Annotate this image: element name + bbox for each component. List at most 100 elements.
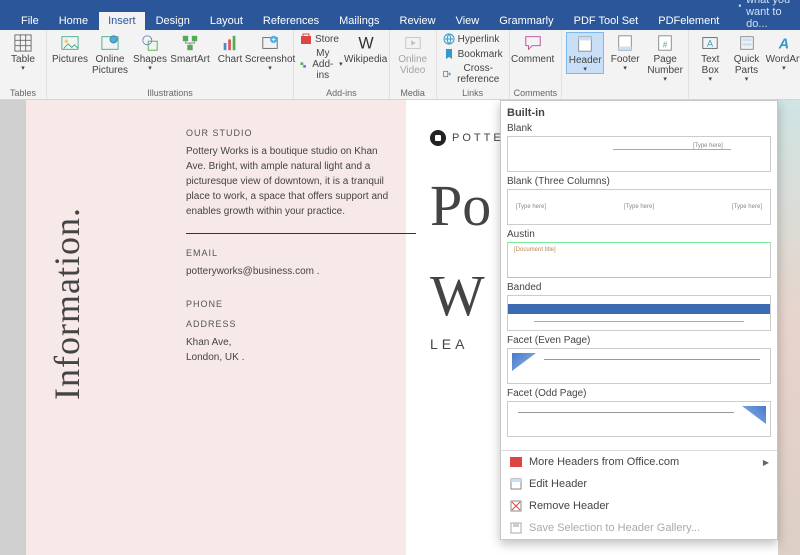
edit-icon <box>509 477 523 491</box>
comment-icon <box>524 34 542 52</box>
pictures-button[interactable]: Pictures <box>51 32 89 65</box>
gallery-scroll[interactable]: Built-in Blank Blank (Three Columns) [Ty… <box>501 101 777 450</box>
group-tables-label: Tables <box>4 88 42 99</box>
smartart-icon <box>181 34 199 52</box>
bookmark-icon <box>443 48 455 60</box>
footer-button[interactable]: Footer▾ <box>606 32 644 72</box>
col1: [Type here] <box>516 204 546 210</box>
svg-text:W: W <box>358 34 374 52</box>
tell-me[interactable]: Tell me what you want to do... <box>730 0 800 30</box>
gallery-footer: More Headers from Office.com▶ Edit Heade… <box>501 450 777 539</box>
remove-icon <box>509 499 523 513</box>
email-label: EMAIL <box>186 248 386 258</box>
page-number-icon: # <box>656 34 674 52</box>
pictures-label: Pictures <box>52 54 88 65</box>
studio-body[interactable]: Pottery Works is a boutique studio on Kh… <box>186 144 396 219</box>
gallery-section: Built-in <box>507 107 771 119</box>
shapes-button[interactable]: Shapes▾ <box>131 32 169 72</box>
tab-layout[interactable]: Layout <box>201 12 252 30</box>
document-stage: Information OUR STUDIO Pottery Works is … <box>0 100 800 555</box>
chart-button[interactable]: Chart <box>211 32 249 65</box>
svg-text:#: # <box>663 41 668 50</box>
footer-icon <box>616 34 634 52</box>
bookmark-label: Bookmark <box>458 49 503 60</box>
more-headers[interactable]: More Headers from Office.com▶ <box>501 451 777 473</box>
crossref-button[interactable]: Cross-reference <box>441 62 505 86</box>
shapes-label: Shapes <box>133 54 167 65</box>
gallery-item-blank[interactable] <box>507 136 771 172</box>
textbox-button[interactable]: AText Box▾ <box>693 32 727 83</box>
save-to-gallery-label: Save Selection to Header Gallery... <box>529 522 700 534</box>
gallery-item-facet-even-label: Facet (Even Page) <box>507 335 771 346</box>
svg-text:A: A <box>778 36 789 52</box>
hyperlink-button[interactable]: Hyperlink <box>441 32 505 46</box>
quickparts-label: Quick Parts <box>729 54 763 76</box>
page-number-button[interactable]: #Page Number▾ <box>646 32 684 83</box>
tab-mailings[interactable]: Mailings <box>330 12 388 30</box>
group-header-footer: Header▾ Footer▾ #Page Number▾ Header & F… <box>562 30 689 99</box>
header-button[interactable]: Header▾ <box>566 32 604 74</box>
gallery-item-three[interactable]: [Type here][Type here][Type here] <box>507 189 771 225</box>
group-links-label: Links <box>441 88 505 99</box>
hyperlink-label: Hyperlink <box>458 34 500 45</box>
tab-grammarly[interactable]: Grammarly <box>490 12 562 30</box>
comment-button[interactable]: Comment <box>514 32 552 65</box>
wikipedia-icon: W <box>357 34 375 52</box>
screenshot-icon <box>261 34 279 52</box>
online-picture-icon <box>101 34 119 52</box>
online-video-button: Online Video <box>394 32 432 76</box>
save-icon <box>509 521 523 535</box>
wikipedia-label: Wikipedia <box>344 54 387 65</box>
my-addins-button[interactable]: My Add-ins ▾ <box>298 47 345 82</box>
tab-file[interactable]: File <box>12 12 48 30</box>
group-media: Online Video Media <box>390 30 437 99</box>
group-text: AText Box▾ Quick Parts▾ AWordArt▾ ADrop … <box>689 30 800 99</box>
tab-pdftoolset[interactable]: PDF Tool Set <box>565 12 648 30</box>
gallery-item-banded[interactable] <box>507 295 771 331</box>
more-headers-label: More Headers from Office.com <box>529 456 679 468</box>
col3: [Type here] <box>732 204 762 210</box>
header-label: Header <box>569 55 602 66</box>
edit-header[interactable]: Edit Header <box>501 473 777 495</box>
remove-header[interactable]: Remove Header <box>501 495 777 517</box>
tab-insert[interactable]: Insert <box>99 12 145 30</box>
group-links: Hyperlink Bookmark Cross-reference Links <box>437 30 510 99</box>
tab-pdfelement[interactable]: PDFelement <box>649 12 728 30</box>
tab-view[interactable]: View <box>447 12 489 30</box>
screenshot-button[interactable]: Screenshot▾ <box>251 32 289 72</box>
address-value[interactable]: Khan Ave, London, UK . <box>186 335 396 365</box>
tab-home[interactable]: Home <box>50 12 97 30</box>
gallery-item-facet-even[interactable] <box>507 348 771 384</box>
page-number-label: Page Number <box>646 54 684 76</box>
group-comments-label: Comments <box>514 88 558 99</box>
tab-design[interactable]: Design <box>147 12 199 30</box>
group-illustrations-label: Illustrations <box>51 88 289 99</box>
studio-label: OUR STUDIO <box>186 128 386 138</box>
table-icon <box>14 34 32 52</box>
ribbon: Table▾ Tables Pictures Online Pictures S… <box>0 30 800 100</box>
next-page-sliver <box>778 100 800 555</box>
gallery-item-austin[interactable]: [Document title] <box>507 242 771 278</box>
wordart-label: WordArt <box>766 54 800 65</box>
tab-references[interactable]: References <box>254 12 328 30</box>
wordart-button[interactable]: AWordArt▾ <box>766 32 800 72</box>
group-comments: Comment Comments <box>510 30 563 99</box>
store-button[interactable]: Store <box>298 32 345 46</box>
crossref-icon <box>443 68 451 80</box>
bookmark-button[interactable]: Bookmark <box>441 47 505 61</box>
tab-review[interactable]: Review <box>391 12 445 30</box>
header-icon <box>576 35 594 53</box>
table-label: Table <box>11 54 35 65</box>
austin-text: [Document title] <box>514 247 556 253</box>
table-button[interactable]: Table▾ <box>4 32 42 72</box>
online-pictures-button[interactable]: Online Pictures <box>91 32 129 76</box>
email-value[interactable]: potteryworks@business.com . <box>186 264 396 279</box>
smartart-button[interactable]: SmartArt <box>171 32 209 65</box>
shapes-icon <box>141 34 159 52</box>
smartart-label: SmartArt <box>170 54 209 65</box>
quickparts-button[interactable]: Quick Parts▾ <box>729 32 763 83</box>
quickparts-icon <box>738 34 756 52</box>
wikipedia-button[interactable]: W Wikipedia <box>347 32 385 65</box>
gallery-item-facet-odd[interactable] <box>507 401 771 437</box>
gallery-item-facet-odd-label: Facet (Odd Page) <box>507 388 771 399</box>
